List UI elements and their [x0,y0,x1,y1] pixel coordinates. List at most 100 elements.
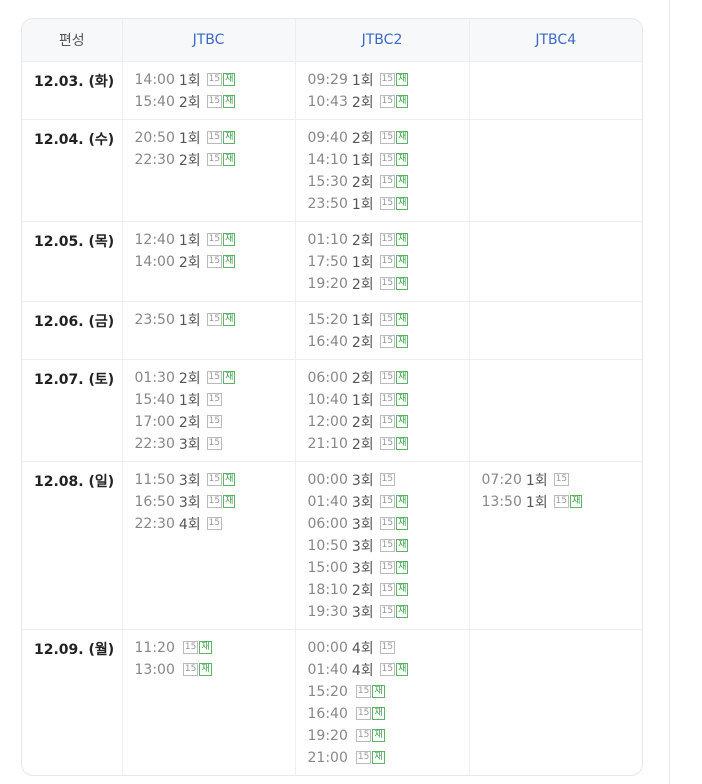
slot-episode: 1회 [351,392,374,409]
table-row: 12.08. (일) 11:50 3회 15 재 16:50 3회 15 재 22:30 4회 15 0… [22,460,643,629]
schedule-slot[interactable]: 22:30 2회 15 재 [135,149,295,171]
age-rating-badge: 15 [379,175,396,188]
age-rating-badge: 15 [379,255,396,268]
slot-episode: 2회 [351,174,374,191]
schedule-slot[interactable]: 19:30 3회 15 재 [308,601,469,623]
age-rating-badge: 15 [379,313,396,326]
schedule-slot[interactable]: 01:40 3회 15 재 [308,491,469,513]
header-channel-jtbc4[interactable]: JTBC4 [469,19,642,61]
slot-episode: 3회 [351,516,374,533]
slot-time: 00:00 [307,471,348,488]
rerun-badge: 재 [396,335,409,348]
rerun-badge: 재 [396,393,409,406]
schedule-slot[interactable]: 01:10 2회 15 재 [308,229,469,251]
schedule-slot[interactable]: 10:43 2회 15 재 [308,91,469,113]
schedule-slot[interactable]: 15:20 15 재 [308,681,469,703]
age-rating-badge: 15 [379,277,396,290]
rerun-badge: 재 [396,415,409,428]
schedule-slot[interactable]: 06:00 3회 15 재 [308,513,469,535]
schedule-slot[interactable]: 18:10 2회 15 재 [308,579,469,601]
schedule-slot[interactable]: 20:50 1회 15 재 [135,127,295,149]
age-rating-badge: 15 [379,583,396,596]
slot-time: 22:30 [134,515,175,532]
header-date-label: 편성 [22,19,123,61]
slot-time: 18:10 [307,581,348,598]
header-channel-jtbc2[interactable]: JTBC2 [295,19,470,61]
rerun-badge: 재 [396,495,409,508]
schedule-slot[interactable]: 23:50 1회 15 재 [135,309,295,331]
age-rating-badge: 15 [553,495,570,508]
schedule-slot[interactable]: 14:00 1회 15 재 [135,69,295,91]
slot-episode: 1회 [525,472,548,489]
slot-episode: 1회 [351,312,374,329]
rerun-badge: 재 [396,561,409,574]
schedule-slot[interactable]: 00:00 3회 15 [308,469,469,491]
schedule-slot[interactable]: 07:20 1회 15 [482,469,643,491]
schedule-slot[interactable]: 23:50 1회 15 재 [308,193,469,215]
schedule-slot[interactable]: 15:40 2회 15 재 [135,91,295,113]
slot-episode: 3회 [178,436,201,453]
slot-time: 09:40 [307,129,348,146]
age-rating-badge: 15 [379,73,396,86]
slot-episode: 2회 [178,370,201,387]
header-channel-jtbc[interactable]: JTBC [122,19,296,61]
schedule-slot[interactable]: 21:00 15 재 [308,747,469,769]
rerun-badge: 재 [396,255,409,268]
age-rating-badge: 15 [379,539,396,552]
schedule-slot[interactable]: 09:40 2회 15 재 [308,127,469,149]
schedule-slot[interactable]: 12:40 1회 15 재 [135,229,295,251]
schedule-slot[interactable]: 10:50 3회 15 재 [308,535,469,557]
schedule-slot[interactable]: 13:00 15 재 [135,659,295,681]
schedule-slot[interactable]: 15:30 2회 15 재 [308,171,469,193]
schedule-slot[interactable]: 10:40 1회 15 재 [308,389,469,411]
slot-episode: 1회 [351,196,374,213]
schedule-slot[interactable]: 22:30 4회 15 [135,513,295,535]
channel-cell: 06:00 2회 15 재 10:40 1회 15 재 12:00 2회 15 재 21:10 2회 15 재 [295,358,470,461]
schedule-slot[interactable]: 16:50 3회 15 재 [135,491,295,513]
schedule-slot[interactable]: 17:00 2회 15 [135,411,295,433]
slot-episode: 2회 [351,130,374,147]
age-rating-badge: 15 [379,641,396,654]
schedule-slot[interactable]: 00:00 4회 15 [308,637,469,659]
schedule-slot[interactable]: 22:30 3회 15 [135,433,295,455]
slot-time: 17:00 [134,413,175,430]
rerun-badge: 재 [372,685,385,698]
schedule-slot[interactable]: 11:50 3회 15 재 [135,469,295,491]
age-rating-badge: 15 [379,605,396,618]
schedule-slot[interactable]: 11:20 15 재 [135,637,295,659]
table-row: 12.05. (목) 12:40 1회 15 재 14:00 2회 15 재 01:10 2회 15 재… [22,220,642,301]
schedule-slot[interactable]: 06:00 2회 15 재 [308,367,469,389]
age-rating-badge: 15 [206,73,223,86]
schedule-slot[interactable]: 01:40 4회 15 재 [308,659,469,681]
slot-episode: 1회 [178,72,201,89]
schedule-slot[interactable]: 15:20 1회 15 재 [308,309,469,331]
schedule-slot[interactable]: 16:40 15 재 [308,703,469,725]
channel-cell [469,220,642,301]
schedule-slot[interactable]: 19:20 2회 15 재 [308,273,469,295]
age-rating-badge: 15 [206,233,223,246]
schedule-slot[interactable]: 19:20 15 재 [308,725,469,747]
schedule-slot[interactable]: 14:00 2회 15 재 [135,251,295,273]
schedule-slot[interactable]: 15:00 3회 15 재 [308,557,469,579]
schedule-slot[interactable]: 12:00 2회 15 재 [308,411,469,433]
schedule-slot[interactable]: 21:10 2회 15 재 [308,433,469,455]
schedule-slot[interactable]: 13:50 1회 15 재 [482,491,643,513]
age-rating-badge: 15 [206,95,223,108]
schedule-slot[interactable]: 16:40 2회 15 재 [308,331,469,353]
slot-episode: 2회 [351,232,374,249]
schedule-slot[interactable]: 15:40 1회 15 [135,389,295,411]
age-rating-badge: 15 [379,197,396,210]
slot-time: 11:20 [134,639,175,656]
slot-time: 15:20 [307,311,348,328]
schedule-slot[interactable]: 17:50 1회 15 재 [308,251,469,273]
rerun-badge: 재 [223,371,236,384]
schedule-slot[interactable]: 01:30 2회 15 재 [135,367,295,389]
slot-episode: 3회 [351,538,374,555]
slot-episode: 1회 [178,232,201,249]
schedule-slot[interactable]: 14:10 1회 15 재 [308,149,469,171]
slot-time: 06:00 [307,369,348,386]
rerun-badge: 재 [223,233,236,246]
slot-time: 22:30 [134,151,175,168]
slot-time: 10:43 [307,93,348,110]
schedule-slot[interactable]: 09:29 1회 15 재 [308,69,469,91]
